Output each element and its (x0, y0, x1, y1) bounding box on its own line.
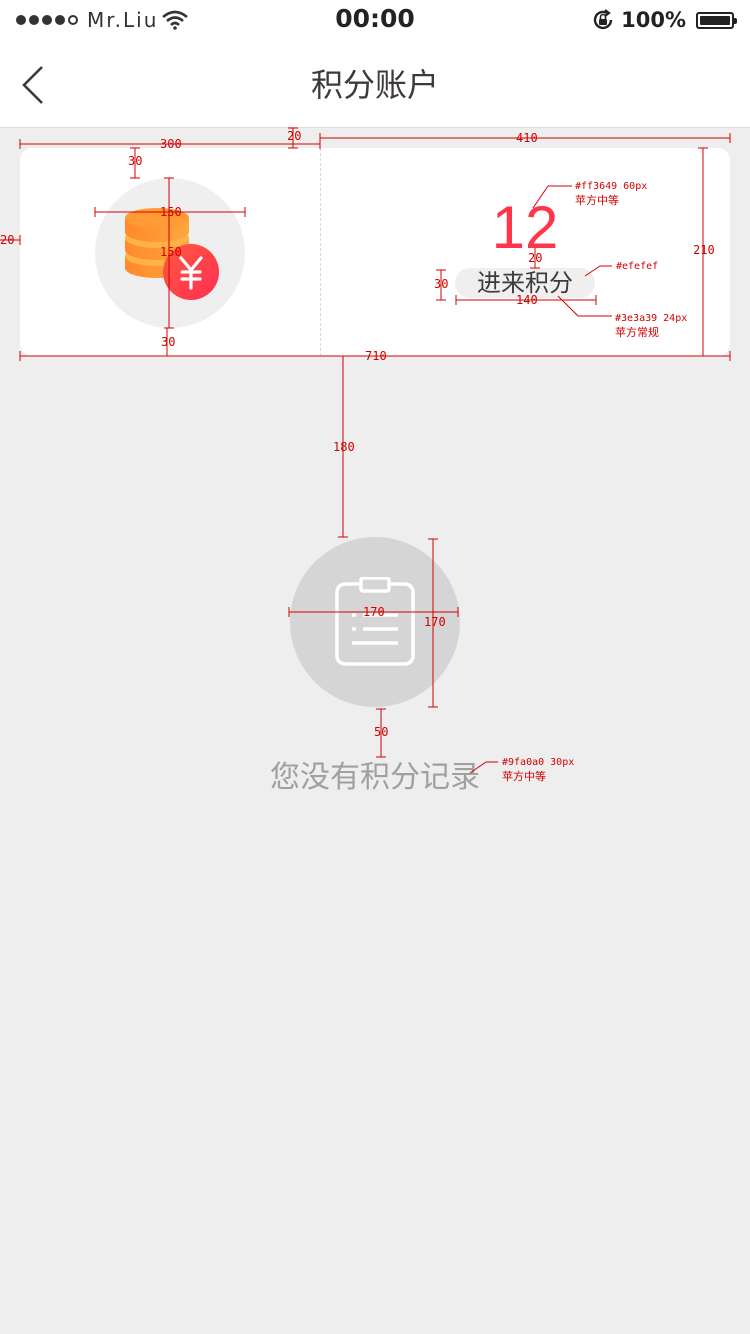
coin-icon-circle (95, 178, 245, 328)
nav-bar: 积分账户 (0, 40, 750, 128)
status-bar: Mr.Liu 00:00 100% (0, 0, 750, 40)
status-right: 100% (591, 6, 737, 34)
ann-gap50: 50 (374, 725, 388, 739)
coins-yuan-icon (125, 208, 219, 300)
earn-points-button[interactable]: 进来积分 (455, 268, 595, 298)
ann-left20: 20 (0, 233, 14, 247)
page-title: 积分账户 (310, 66, 439, 104)
battery-icon (696, 11, 737, 29)
empty-state-circle (290, 537, 460, 707)
points-card: 12 进来积分 (20, 148, 730, 356)
ann-gap20: 20 (287, 129, 301, 143)
ann-gap180: 180 (333, 440, 355, 454)
battery-percent: 100% (621, 8, 686, 32)
points-value: 12 (491, 194, 559, 261)
ann-w410: 410 (516, 131, 538, 145)
empty-state-message: 您没有积分记录 (270, 760, 480, 795)
rotation-lock-icon (593, 9, 613, 30)
clipboard-list-icon (335, 577, 415, 666)
